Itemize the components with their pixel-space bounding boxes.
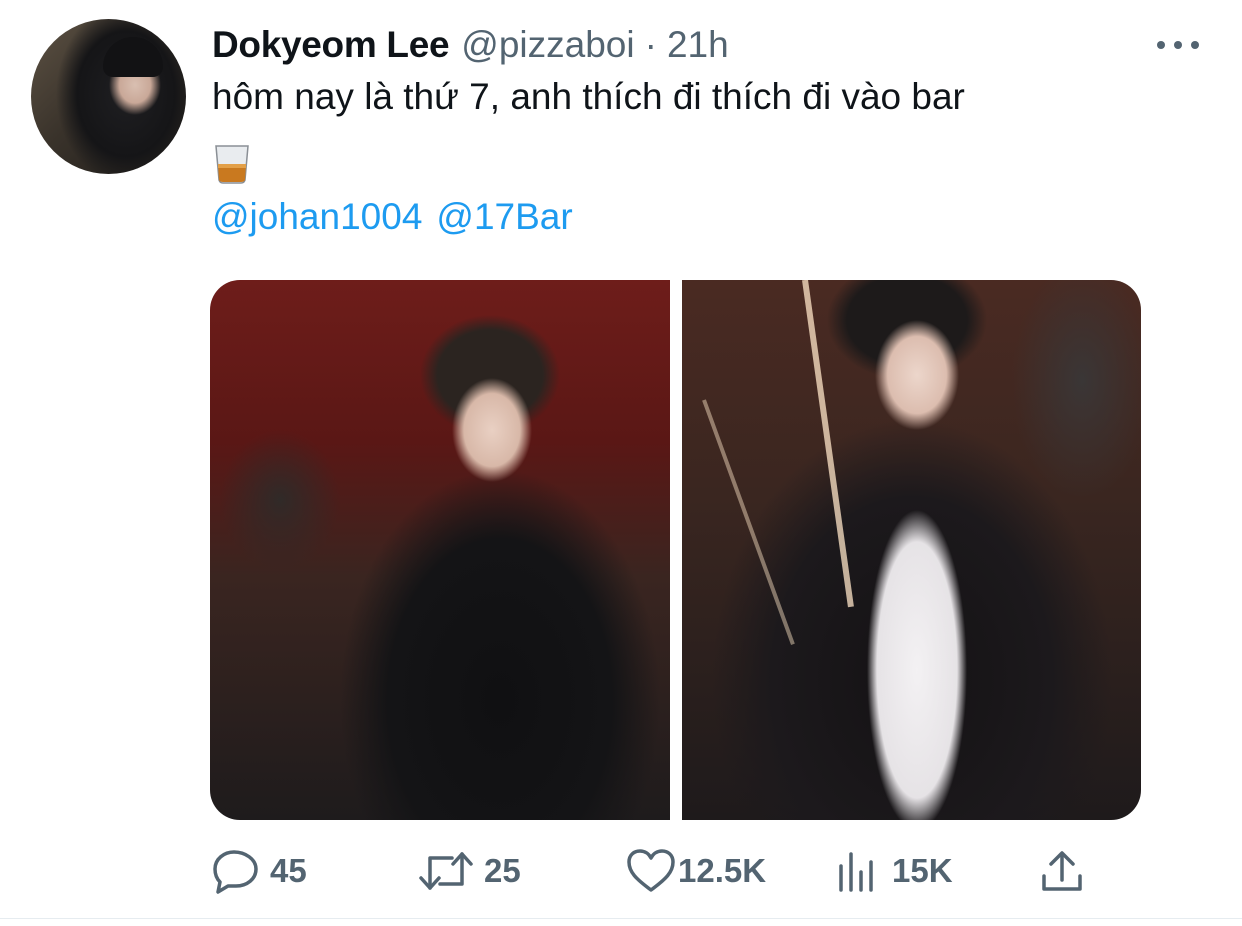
media-grid	[210, 280, 1141, 820]
reply-count: 45	[270, 852, 307, 889]
share-button[interactable]	[1040, 846, 1084, 896]
like-count: 12.5K	[678, 852, 767, 889]
views-button[interactable]: 15K	[836, 846, 953, 896]
mentions: @johan1004 @17Bar	[212, 196, 587, 238]
analytics-icon	[839, 852, 873, 892]
mention-link[interactable]: @johan1004	[212, 196, 422, 237]
user-handle[interactable]: @pizzaboi	[461, 24, 634, 66]
tumbler-glass-icon	[215, 145, 249, 184]
like-button[interactable]: 12.5K	[626, 846, 766, 896]
tweet-header: Dokyeom Lee @pizzaboi · 21h	[212, 24, 729, 68]
retweet-count: 25	[484, 852, 521, 889]
share-icon	[1042, 851, 1082, 891]
views-count: 15K	[892, 852, 953, 889]
mention-link[interactable]: @17Bar	[436, 196, 572, 237]
avatar-hood	[103, 37, 163, 77]
media-photo[interactable]	[682, 280, 1141, 820]
separator-dot: ·	[644, 24, 657, 65]
reply-icon	[213, 850, 258, 894]
media-photo[interactable]	[210, 280, 670, 820]
more-options-icon[interactable]	[1157, 37, 1199, 53]
avatar[interactable]	[31, 19, 186, 174]
retweet-button[interactable]: 25	[418, 846, 521, 896]
retweet-icon	[419, 852, 473, 890]
reply-button[interactable]: 45	[212, 846, 307, 896]
heart-icon	[627, 849, 675, 892]
tweet-actions: 45 25 12.5K 15K	[212, 846, 1092, 896]
divider	[0, 918, 1242, 919]
tweet-text: hôm nay là thứ 7, anh thích đi thích đi …	[212, 76, 965, 117]
timestamp[interactable]: 21h	[667, 24, 729, 66]
display-name[interactable]: Dokyeom Lee	[212, 24, 450, 66]
